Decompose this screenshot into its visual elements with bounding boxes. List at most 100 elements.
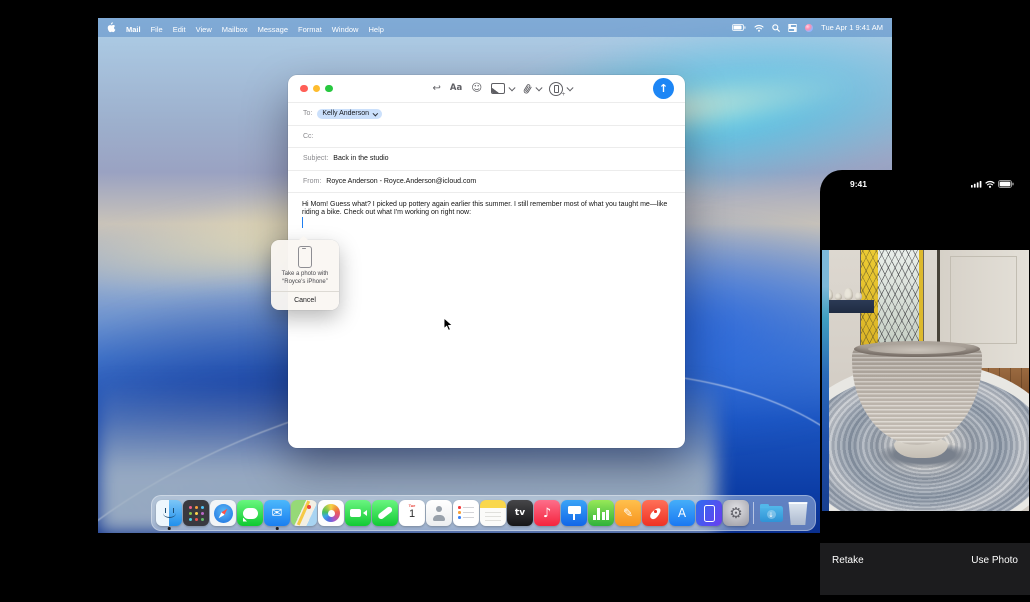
- photo-browser-icon: [491, 83, 505, 94]
- dock-keynote[interactable]: [561, 500, 587, 526]
- recipient-token[interactable]: Kelly Anderson: [317, 109, 381, 119]
- cc-field[interactable]: Cc:: [288, 126, 685, 149]
- menu-bar: Mail File Edit View Mailbox Message Format Wind…: [98, 18, 892, 37]
- app-menus: Mail File Edit View Mailbox Message Format Wind…: [126, 19, 394, 37]
- emoji-icon: ☺: [471, 83, 482, 94]
- emoji-button[interactable]: ☺: [471, 83, 482, 94]
- photo-browser-button[interactable]: [491, 83, 514, 94]
- undo-icon: ↩: [433, 84, 441, 94]
- dock: Tue1 tv A ↓: [151, 495, 816, 531]
- dock-facetime[interactable]: [345, 500, 371, 526]
- dock-maps[interactable]: [291, 500, 317, 526]
- dock-iphone-mirroring[interactable]: [696, 500, 722, 526]
- dock-numbers[interactable]: [588, 500, 614, 526]
- running-indicator: [168, 527, 171, 530]
- menu-format[interactable]: Format: [298, 25, 322, 34]
- menu-bar-status: Tue Apr 1 9:41 AM: [732, 23, 883, 32]
- zoom-button[interactable]: [325, 85, 333, 93]
- to-label: To:: [303, 110, 312, 117]
- popover-message-line2: “Royce's iPhone”: [271, 279, 339, 287]
- dock-pages[interactable]: [615, 500, 641, 526]
- retake-button[interactable]: Retake: [832, 555, 864, 595]
- menu-mail[interactable]: Mail: [126, 25, 141, 34]
- dock-rocket[interactable]: [642, 500, 668, 526]
- minimize-button[interactable]: [313, 85, 321, 93]
- battery-icon[interactable]: [732, 24, 746, 31]
- control-center-icon[interactable]: [788, 24, 797, 32]
- send-button[interactable]: ↑: [653, 78, 674, 99]
- text-caret: [302, 217, 303, 228]
- running-indicator: [276, 527, 279, 530]
- format-button[interactable]: Aa: [450, 84, 462, 93]
- search-icon[interactable]: [772, 24, 780, 32]
- menu-window[interactable]: Window: [332, 25, 359, 34]
- iphone-camera-panel: 9:41 Retake Use Photo: [820, 170, 1030, 602]
- chevron-down-icon: [372, 111, 378, 117]
- chevron-down-icon: [567, 85, 573, 91]
- message-text: Hi Mom! Guess what? I picked up pottery …: [302, 201, 667, 216]
- chevron-down-icon: [536, 85, 542, 91]
- shelf-pot: [855, 292, 862, 300]
- from-label: From:: [303, 178, 321, 185]
- subject-label: Subject:: [303, 155, 328, 162]
- dock-settings[interactable]: [723, 500, 749, 526]
- dock-calendar[interactable]: Tue1: [399, 500, 425, 526]
- camera-preview-photo: [822, 250, 1029, 511]
- attach-button[interactable]: [523, 83, 541, 95]
- desktop: Mail File Edit View Mailbox Message Format Wind…: [98, 18, 892, 533]
- calendar-day: 1: [399, 508, 425, 520]
- dock-safari[interactable]: [210, 500, 236, 526]
- dock-finder[interactable]: [156, 500, 182, 526]
- dock-separator: [753, 502, 754, 524]
- subject-field[interactable]: Subject: Back in the studio: [288, 148, 685, 171]
- dock-appstore[interactable]: A: [669, 500, 695, 526]
- continuity-camera-popover: Take a photo with “Royce's iPhone” Cance…: [271, 240, 339, 310]
- continuity-camera-icon: [549, 82, 563, 96]
- popover-message-line1: Take a photo with: [271, 271, 339, 279]
- cancel-button[interactable]: Cancel: [271, 292, 339, 308]
- use-photo-button[interactable]: Use Photo: [971, 555, 1018, 595]
- dock-notes[interactable]: [480, 500, 506, 526]
- siri-icon[interactable]: [805, 24, 813, 32]
- message-body[interactable]: Hi Mom! Guess what? I picked up pottery …: [288, 193, 685, 216]
- dock-trash[interactable]: [785, 500, 811, 526]
- recipient-name: Kelly Anderson: [322, 110, 369, 117]
- from-value: Royce Anderson - Royce.Anderson@icloud.c…: [326, 178, 476, 185]
- menu-message[interactable]: Message: [258, 25, 288, 34]
- close-button[interactable]: [300, 85, 308, 93]
- menu-file[interactable]: File: [151, 25, 163, 34]
- menu-edit[interactable]: Edit: [173, 25, 186, 34]
- iphone-icon: [298, 246, 312, 268]
- wifi-icon: [985, 180, 995, 188]
- format-icon: Aa: [450, 84, 462, 93]
- menu-bar-clock[interactable]: Tue Apr 1 9:41 AM: [821, 23, 883, 32]
- dock-photos[interactable]: [318, 500, 344, 526]
- from-field[interactable]: From: Royce Anderson - Royce.Anderson@ic…: [288, 171, 685, 194]
- undo-button[interactable]: ↩: [433, 84, 441, 94]
- compose-window: ↩ Aa ☺ ↑ To: Kelly Anderson Cc: Subject:…: [288, 75, 685, 448]
- dock-mail[interactable]: [264, 500, 290, 526]
- send-arrow-icon: ↑: [659, 82, 668, 95]
- dock-contacts[interactable]: [426, 500, 452, 526]
- insert-from-iphone-button[interactable]: [549, 82, 572, 96]
- apple-menu-icon[interactable]: [107, 23, 116, 33]
- menu-mailbox[interactable]: Mailbox: [222, 25, 248, 34]
- cc-label: Cc:: [303, 133, 314, 140]
- camera-controls-bar: Retake Use Photo: [820, 543, 1030, 595]
- dock-music[interactable]: [534, 500, 560, 526]
- menu-view[interactable]: View: [196, 25, 212, 34]
- to-field[interactable]: To: Kelly Anderson: [288, 103, 685, 126]
- dock-launchpad[interactable]: [183, 500, 209, 526]
- wifi-icon[interactable]: [754, 24, 764, 32]
- menu-help[interactable]: Help: [368, 25, 383, 34]
- downloads-glyph: ↓: [767, 510, 776, 519]
- iphone-clock: 9:41: [850, 179, 867, 189]
- chevron-down-icon: [509, 85, 515, 91]
- window-titlebar[interactable]: ↩ Aa ☺ ↑: [288, 75, 685, 103]
- dock-downloads[interactable]: ↓: [758, 500, 784, 526]
- dock-phone[interactable]: [372, 500, 398, 526]
- dock-reminders[interactable]: [453, 500, 479, 526]
- window-lattice: [878, 250, 919, 354]
- dock-messages[interactable]: [237, 500, 263, 526]
- dock-appletv[interactable]: tv: [507, 500, 533, 526]
